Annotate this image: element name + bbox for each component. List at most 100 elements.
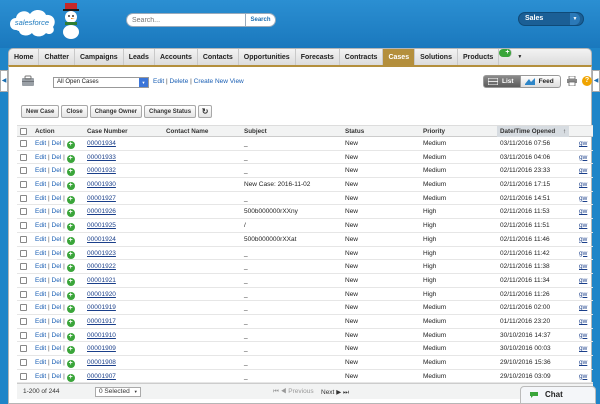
owner-alias-link[interactable]: gw xyxy=(579,277,587,284)
owner-alias-link[interactable]: gw xyxy=(579,208,587,215)
add-plus-icon[interactable]: + xyxy=(66,236,75,245)
row-edit-link[interactable]: Edit xyxy=(35,291,46,298)
row-del-link[interactable]: Del xyxy=(52,236,62,243)
row-checkbox[interactable] xyxy=(20,359,27,366)
col-priority[interactable]: Priority xyxy=(423,128,445,135)
tab-cases[interactable]: Cases xyxy=(383,49,416,65)
row-checkbox[interactable] xyxy=(20,153,27,161)
add-plus-icon[interactable]: + xyxy=(66,209,75,218)
row-checkbox[interactable] xyxy=(20,140,27,147)
case-number-link[interactable]: 00001926 xyxy=(87,208,116,215)
right-sidebar-toggle[interactable]: ◀ xyxy=(592,70,600,92)
add-plus-icon[interactable]: + xyxy=(66,277,75,286)
add-plus-icon[interactable]: + xyxy=(66,360,75,368)
case-number-link[interactable]: 00001930 xyxy=(87,181,116,188)
add-plus-icon[interactable]: + xyxy=(66,250,75,259)
view-select[interactable]: All Open Cases ▼ xyxy=(53,77,149,88)
row-edit-link[interactable]: Edit xyxy=(35,222,46,229)
row-edit-link[interactable]: Edit xyxy=(35,263,46,270)
row-del-link[interactable]: Del xyxy=(52,332,62,339)
row-checkbox[interactable] xyxy=(20,235,27,243)
row-edit-link[interactable]: Edit xyxy=(35,304,46,311)
row-del-link[interactable]: Del xyxy=(52,345,62,352)
owner-alias-link[interactable]: gw xyxy=(579,332,587,339)
owner-alias-link[interactable]: gw xyxy=(579,318,587,325)
owner-alias-link[interactable]: gw xyxy=(579,263,587,270)
col-subject[interactable]: Subject xyxy=(244,128,267,135)
row-del-link[interactable]: Del xyxy=(52,373,62,380)
tab-forecasts[interactable]: Forecasts xyxy=(296,49,340,65)
add-plus-icon[interactable]: + xyxy=(66,223,75,232)
add-plus-icon[interactable]: + xyxy=(66,305,75,314)
tab-products[interactable]: Products xyxy=(458,49,500,65)
add-plus-icon[interactable]: + xyxy=(66,373,75,382)
owner-alias-link[interactable]: gw xyxy=(579,291,587,298)
case-number-link[interactable]: 00001923 xyxy=(87,250,116,257)
row-checkbox[interactable] xyxy=(20,208,27,216)
owner-alias-link[interactable]: gw xyxy=(579,181,587,188)
row-edit-link[interactable]: Edit xyxy=(35,359,46,366)
owner-alias-link[interactable]: gw xyxy=(579,345,587,352)
tab-leads[interactable]: Leads xyxy=(124,49,155,65)
col-contact-name[interactable]: Contact Name xyxy=(166,128,208,135)
add-plus-icon[interactable]: + xyxy=(66,291,75,300)
owner-alias-link[interactable]: gw xyxy=(579,304,587,311)
refresh-icon[interactable]: ↻ xyxy=(198,105,213,118)
case-number-link[interactable]: 00001934 xyxy=(87,140,116,147)
owner-alias-link[interactable]: gw xyxy=(579,167,587,174)
add-plus-icon[interactable]: + xyxy=(66,332,75,341)
list-view-button[interactable]: List xyxy=(483,75,521,88)
close-cases-button[interactable]: Close xyxy=(61,105,88,118)
case-number-link[interactable]: 00001933 xyxy=(87,154,116,161)
add-plus-icon[interactable]: + xyxy=(66,195,75,204)
row-checkbox[interactable] xyxy=(20,249,27,257)
row-del-link[interactable]: Del xyxy=(52,181,62,188)
owner-alias-link[interactable]: gw xyxy=(579,154,587,161)
row-del-link[interactable]: Del xyxy=(52,195,62,202)
row-checkbox[interactable] xyxy=(20,317,27,325)
app-menu-button[interactable]: Sales ▼ xyxy=(518,12,584,26)
row-checkbox[interactable] xyxy=(20,167,27,175)
row-del-link[interactable]: Del xyxy=(52,318,62,325)
case-number-link[interactable]: 00001917 xyxy=(87,318,116,325)
row-edit-link[interactable]: Edit xyxy=(35,332,46,339)
row-edit-link[interactable]: Edit xyxy=(35,167,46,174)
tab-contacts[interactable]: Contacts xyxy=(198,49,239,65)
case-number-link[interactable]: 00001908 xyxy=(87,359,116,366)
tab-campaigns[interactable]: Campaigns xyxy=(75,49,124,65)
case-number-link[interactable]: 00001920 xyxy=(87,291,116,298)
row-del-link[interactable]: Del xyxy=(52,277,62,284)
row-edit-link[interactable]: Edit xyxy=(35,208,46,215)
col-status[interactable]: Status xyxy=(345,128,364,135)
tab-overflow-chevron-icon[interactable]: ▼ xyxy=(512,49,527,65)
select-all-checkbox[interactable] xyxy=(20,128,27,135)
create-view-link[interactable]: Create New View xyxy=(194,78,244,85)
chat-widget[interactable]: Chat xyxy=(520,386,596,404)
owner-alias-link[interactable]: gw xyxy=(579,140,587,147)
row-edit-link[interactable]: Edit xyxy=(35,277,46,284)
row-edit-link[interactable]: Edit xyxy=(35,345,46,352)
row-del-link[interactable]: Del xyxy=(52,167,62,174)
delete-view-link[interactable]: Delete xyxy=(170,78,189,85)
case-number-link[interactable]: 00001932 xyxy=(87,167,116,174)
owner-alias-link[interactable]: gw xyxy=(579,195,587,202)
printer-icon[interactable] xyxy=(567,76,577,86)
tab-solutions[interactable]: Solutions xyxy=(415,49,458,65)
row-del-link[interactable]: Del xyxy=(52,263,62,270)
search-input[interactable] xyxy=(126,13,246,27)
row-del-link[interactable]: Del xyxy=(52,250,62,257)
change-status-button[interactable]: Change Status xyxy=(144,105,197,118)
tab-contracts[interactable]: Contracts xyxy=(340,49,384,65)
row-del-link[interactable]: Del xyxy=(52,359,62,366)
row-checkbox[interactable] xyxy=(20,345,27,353)
col-case-number[interactable]: Case Number xyxy=(87,128,128,135)
help-icon[interactable]: ? xyxy=(582,76,592,86)
add-plus-icon[interactable]: + xyxy=(66,264,75,273)
search-button[interactable]: Search xyxy=(246,13,276,27)
case-number-link[interactable]: 00001924 xyxy=(87,236,116,243)
row-edit-link[interactable]: Edit xyxy=(35,250,46,257)
next-page-link[interactable]: Next ▶ ⏭ xyxy=(321,388,349,397)
tab-all-tabs[interactable]: + xyxy=(499,49,513,57)
case-number-link[interactable]: 00001921 xyxy=(87,277,116,284)
case-number-link[interactable]: 00001910 xyxy=(87,332,116,339)
